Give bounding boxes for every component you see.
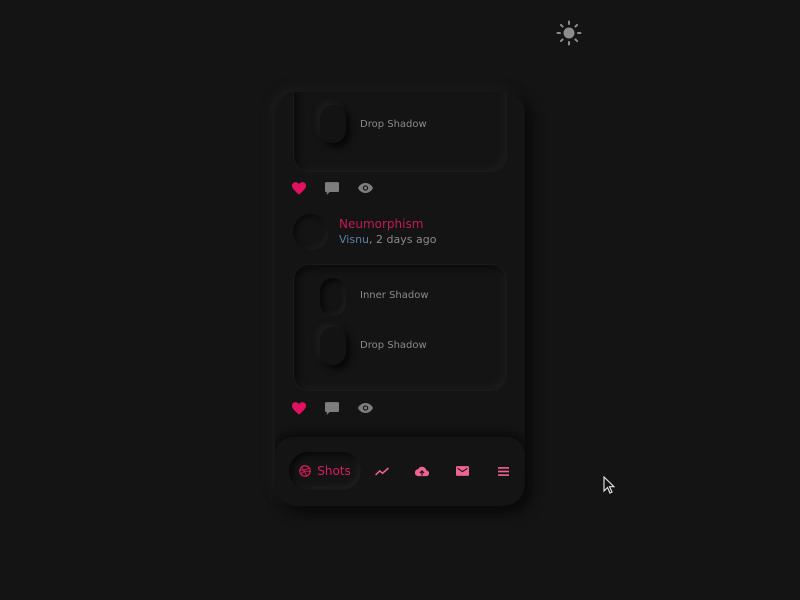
nav-shots-button[interactable]: Shots <box>289 452 361 490</box>
bottom-navbar: Shots <box>275 437 525 506</box>
post-title[interactable]: Neumorphism <box>339 216 436 232</box>
eye-icon <box>358 403 373 413</box>
eye-icon <box>358 183 373 193</box>
phone-frame: Drop Shadow Neumorphism Visnu, 2 days ag… <box>275 92 525 506</box>
view-button[interactable] <box>358 180 391 196</box>
comment-button[interactable] <box>325 180 358 196</box>
post-author[interactable]: Visnu <box>339 233 369 246</box>
feed[interactable]: Drop Shadow Neumorphism Visnu, 2 days ag… <box>275 92 525 432</box>
cloud-upload-icon <box>415 466 429 476</box>
post-actions <box>292 400 391 416</box>
comment-button[interactable] <box>325 400 358 416</box>
heart-icon <box>292 401 306 415</box>
post-time: , 2 days ago <box>369 233 437 246</box>
dribbble-icon <box>299 465 312 477</box>
view-button[interactable] <box>358 400 391 416</box>
theme-toggle-button[interactable] <box>556 20 582 46</box>
nav-shots-label: Shots <box>317 464 351 478</box>
card-label: Drop Shadow <box>360 340 427 351</box>
nav-stats-button[interactable] <box>371 461 393 481</box>
drop-shadow-sample <box>320 105 346 143</box>
heart-icon <box>292 181 306 195</box>
post-actions <box>292 180 391 196</box>
mouse-cursor-icon <box>603 476 615 494</box>
mail-icon <box>455 466 469 476</box>
post-header: Neumorphism Visnu, 2 days ago <box>293 214 436 250</box>
post-card: Inner Shadow Drop Shadow <box>293 264 507 391</box>
comment-icon <box>325 181 339 195</box>
avatar[interactable] <box>293 214 329 250</box>
card-label: Inner Shadow <box>360 290 429 301</box>
sun-icon <box>556 20 582 46</box>
post-card: Drop Shadow <box>293 92 507 172</box>
comment-icon <box>325 401 339 415</box>
like-button[interactable] <box>292 400 325 416</box>
inner-shadow-sample <box>320 278 346 316</box>
card-label: Drop Shadow <box>360 119 427 130</box>
menu-icon <box>497 466 509 476</box>
like-button[interactable] <box>292 180 325 196</box>
nav-menu-button[interactable] <box>492 461 514 481</box>
drop-shadow-sample <box>320 327 346 365</box>
nav-upload-button[interactable] <box>411 461 433 481</box>
trending-icon <box>375 466 389 476</box>
nav-mail-button[interactable] <box>451 461 473 481</box>
